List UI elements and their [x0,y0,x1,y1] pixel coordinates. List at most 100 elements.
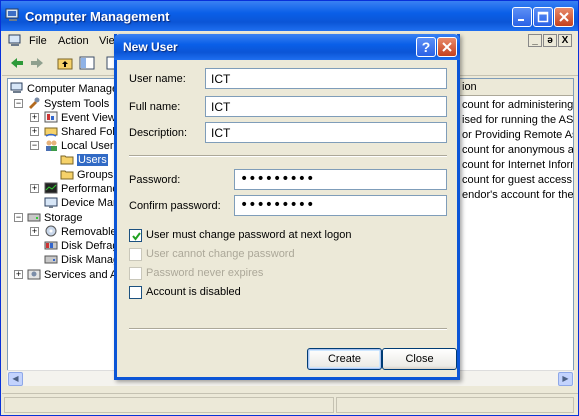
services-icon [27,269,41,280]
password-field[interactable]: ••••••••• [234,169,447,190]
computer-icon [10,82,23,93]
tree-item-shared-folders[interactable]: Shared Folde [44,125,118,139]
close-icon [559,12,569,22]
maximize-button[interactable] [533,7,553,27]
tree-item-system-tools[interactable]: System Tools [27,97,109,111]
minimize-icon [518,19,524,21]
description-field[interactable]: ICT [205,122,447,143]
list-item[interactable]: count for administering the [462,99,573,113]
tree-item-services-applications[interactable]: Services and App [27,268,118,282]
tree-item-disk-management[interactable]: Disk Manage [44,253,119,267]
tree-item-performance[interactable]: Performance [44,182,119,196]
must-change-password-checkbox[interactable] [129,229,142,242]
collapse-storage[interactable]: − [14,213,23,222]
expand-services-applications[interactable]: + [14,270,23,279]
storage-icon [27,213,41,222]
tree-label: System Tools [44,98,110,110]
status-bar [2,393,578,415]
dialog-close-button[interactable] [437,37,457,57]
must-change-password-option[interactable]: User must change password at next logon [129,229,379,243]
list-item[interactable]: endor's account for the H [462,189,573,203]
account-disabled-checkbox[interactable] [129,286,142,299]
close-button[interactable]: Close [382,348,457,370]
expand-performance[interactable]: + [30,184,39,193]
close-icon [442,42,452,52]
password-never-expires-option: Password never expires [129,267,379,281]
tree-label: Performance [61,183,119,195]
tree-item-local-users-groups[interactable]: Local Users a [44,139,119,153]
close-window-button[interactable] [554,7,574,27]
checkmark-icon [132,232,141,241]
console-tree[interactable]: Computer Manageme − System Tools + Event… [7,78,119,385]
mdi-close-button[interactable]: X [558,34,572,47]
separator [129,155,447,157]
list-item[interactable]: count for guest access to [462,174,573,188]
details-list[interactable]: ion count for administering the ised for… [459,78,574,385]
username-label: User name: [129,73,186,85]
list-item[interactable]: ised for running the ASP.I [462,114,573,128]
mdi-minimize-button[interactable]: _ [528,34,542,47]
tree-item-storage[interactable]: Storage [27,211,83,225]
tree-label: Local Users a [61,140,119,152]
checkbox-label: User cannot change password [146,248,295,260]
list-item[interactable]: count for anonymous acc [462,144,573,158]
show-hide-tree-icon[interactable] [78,55,96,71]
device-manager-icon [44,197,58,208]
separator [129,328,447,330]
cannot-change-password-option: User cannot change password [129,248,379,262]
dialog-title-bar[interactable]: New User ? [114,34,460,60]
column-header-description[interactable]: ion [460,79,573,96]
expand-removable-storage[interactable]: + [30,227,39,236]
computer-management-icon [5,8,19,21]
tree-item-device-manager[interactable]: Device Mana [44,196,118,210]
menu-action[interactable]: Action [58,35,89,47]
forward-arrow-icon[interactable] [28,55,46,71]
tree-item-computer-management[interactable]: Computer Manageme [10,82,119,96]
mmc-document-icon[interactable] [8,34,22,47]
minimize-button[interactable] [512,7,532,27]
dialog-title: New User [123,40,178,54]
users-icon [46,140,57,151]
removable-storage-icon [45,225,57,237]
scroll-right-arrow[interactable]: ▶ [558,372,573,386]
back-arrow-icon[interactable] [8,55,26,71]
create-button[interactable]: Create [307,348,382,370]
password-label: Password: [129,174,181,186]
username-field[interactable]: ICT [205,68,447,89]
fullname-label: Full name: [129,101,181,113]
list-item[interactable]: or Providing Remote Assis [462,129,573,143]
account-disabled-option[interactable]: Account is disabled [129,286,379,300]
tree-item-event-viewer[interactable]: Event Viewer [44,111,118,125]
mdi-restore-button[interactable]: ə [543,34,557,47]
collapse-local-users[interactable]: − [30,141,39,150]
expand-event-viewer[interactable]: + [30,113,39,122]
tree-label: Computer Manageme [27,83,119,95]
tree-label: Disk Manage [61,254,119,266]
checkbox-label: Account is disabled [146,286,241,298]
expand-shared-folders[interactable]: + [30,127,39,136]
maximize-icon [537,11,549,23]
tree-item-disk-defragmenter[interactable]: Disk Defragn [44,239,118,253]
scroll-left-arrow[interactable]: ◀ [8,372,23,386]
tree-label: Users [77,154,108,166]
list-item[interactable]: count for Internet Inform [462,159,573,173]
tree-item-groups[interactable]: Groups [60,168,113,182]
fullname-field[interactable]: ICT [205,96,447,117]
main-title-bar[interactable]: Computer Management [1,1,578,31]
tree-item-removable-storage[interactable]: Removable S [44,225,118,239]
help-button[interactable]: ? [416,37,436,57]
new-user-dialog: New User ? User name: ICT Full name: ICT… [114,34,460,380]
status-cell [336,397,574,413]
tree-label: Event Viewer [61,112,118,124]
tree-item-users[interactable]: Users [60,153,108,167]
cannot-change-password-checkbox [129,248,142,261]
up-folder-icon[interactable] [56,55,74,71]
main-window-title: Computer Management [25,9,170,24]
event-viewer-icon [44,111,58,123]
tools-icon [29,97,40,109]
menu-file[interactable]: File [29,35,47,47]
confirm-password-field[interactable]: ••••••••• [234,195,447,216]
collapse-system-tools[interactable]: − [14,99,23,108]
description-label: Description: [129,127,188,139]
password-never-expires-checkbox [129,267,142,280]
